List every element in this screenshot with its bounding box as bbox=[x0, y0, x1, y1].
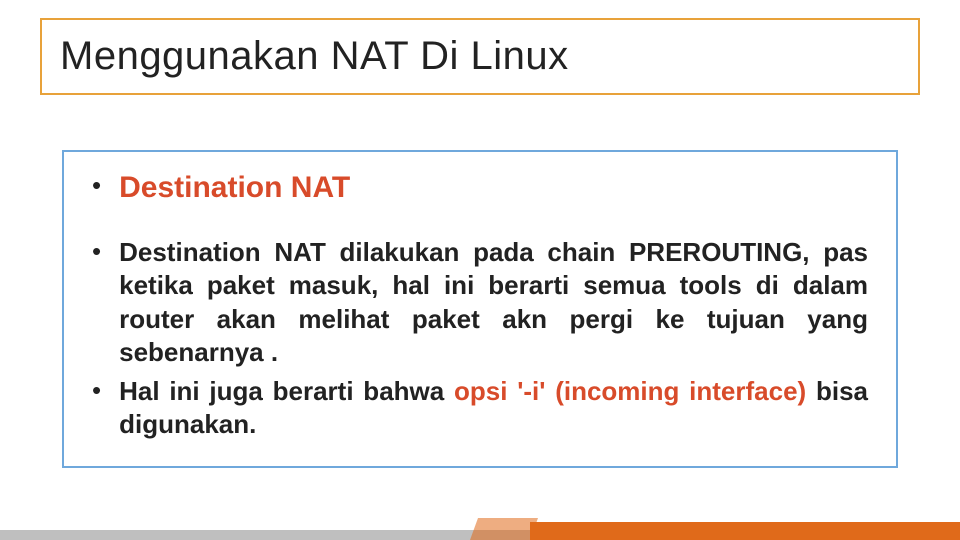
slide-title: Menggunakan NAT Di Linux bbox=[60, 34, 900, 79]
bullet-3-part-a: Hal ini juga berarti bahwa bbox=[119, 376, 454, 406]
bullet-dot: • bbox=[92, 170, 101, 206]
bullet-dot: • bbox=[92, 375, 101, 442]
bullet-3-highlight: opsi '-i' (incoming interface) bbox=[454, 376, 806, 406]
bullet-dot: • bbox=[92, 236, 101, 369]
footer-orange-bar bbox=[530, 522, 960, 540]
bullet-2-text: Destination NAT dilakukan pada chain PRE… bbox=[119, 236, 868, 369]
bullet-1: • Destination NAT bbox=[92, 170, 868, 206]
footer-decoration bbox=[0, 512, 960, 540]
slide: Menggunakan NAT Di Linux • Destination N… bbox=[0, 0, 960, 540]
bullet-1-text: Destination NAT bbox=[119, 170, 350, 206]
footer-accent-wedge bbox=[470, 518, 538, 540]
body-box: • Destination NAT • Destination NAT dila… bbox=[62, 150, 898, 468]
bullet-2: • Destination NAT dilakukan pada chain P… bbox=[92, 236, 868, 369]
title-box: Menggunakan NAT Di Linux bbox=[40, 18, 920, 95]
bullet-3: • Hal ini juga berarti bahwa opsi '-i' (… bbox=[92, 375, 868, 442]
bullet-3-text: Hal ini juga berarti bahwa opsi '-i' (in… bbox=[119, 375, 868, 442]
